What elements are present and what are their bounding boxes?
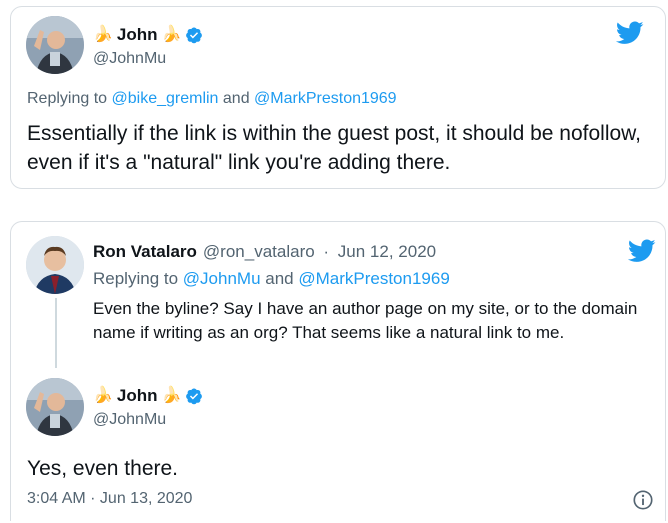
twitter-bird-icon[interactable] — [616, 21, 644, 45]
mention-markpreston1969[interactable]: @MarkPreston1969 — [254, 90, 397, 107]
banana-emoji-right: 🍌 — [161, 26, 182, 43]
tweet-timestamp[interactable]: 3:04 AM · Jun 13, 2020 — [27, 490, 192, 508]
mention-bike-gremlin[interactable]: @bike_gremlin — [112, 90, 219, 107]
tweet-thread-card: Ron Vatalaro @ron_vatalaro · Jun 12, 202… — [10, 221, 666, 521]
user-handle[interactable]: @ron_vatalaro — [203, 242, 315, 262]
avatar-john[interactable] — [26, 378, 84, 436]
replying-to-line: Replying to @bike_gremlin and @MarkPrest… — [27, 90, 397, 108]
reply-prefix: Replying to — [27, 90, 112, 107]
banana-emoji-left: 🍌 — [93, 26, 113, 43]
display-name[interactable]: Ron Vatalaro — [93, 242, 197, 262]
banana-emoji-left: 🍌 — [93, 387, 113, 404]
avatar-john[interactable] — [26, 16, 84, 74]
replying-to-line: Replying to @JohnMu and @MarkPreston1969 — [93, 269, 450, 289]
avatar-ron[interactable] — [26, 236, 84, 294]
display-name[interactable]: John — [117, 25, 158, 45]
reply-and: and — [218, 90, 255, 107]
thread-connector-line — [55, 298, 57, 368]
banana-emoji-right: 🍌 — [161, 387, 182, 404]
verified-badge-icon — [186, 27, 203, 44]
tweet-card-john[interactable]: 🍌 John 🍌 @JohnMu Replying to @bike_greml… — [10, 6, 666, 189]
user-handle[interactable]: @JohnMu — [93, 50, 166, 68]
user-handle[interactable]: @JohnMu — [93, 411, 166, 429]
mention-markpreston1969[interactable]: @MarkPreston1969 — [298, 269, 449, 288]
tweet-text: Yes, even there. — [27, 457, 178, 480]
twitter-bird-icon[interactable] — [628, 239, 656, 263]
verified-badge-icon — [186, 388, 203, 405]
mention-johnmu[interactable]: @JohnMu — [183, 269, 261, 288]
display-name[interactable]: John — [117, 386, 158, 406]
tweet-date[interactable]: Jun 12, 2020 — [338, 242, 436, 262]
reply-prefix: Replying to — [93, 269, 183, 288]
ron-header: Ron Vatalaro @ron_vatalaro · Jun 12, 202… — [93, 242, 436, 262]
info-icon[interactable] — [632, 489, 654, 511]
tweet-text: Essentially if the link is within the gu… — [27, 122, 642, 174]
reply-and: and — [260, 269, 299, 288]
meta-separator: · — [318, 242, 334, 261]
tweet-text: Even the byline? Say I have an author pa… — [93, 299, 638, 342]
